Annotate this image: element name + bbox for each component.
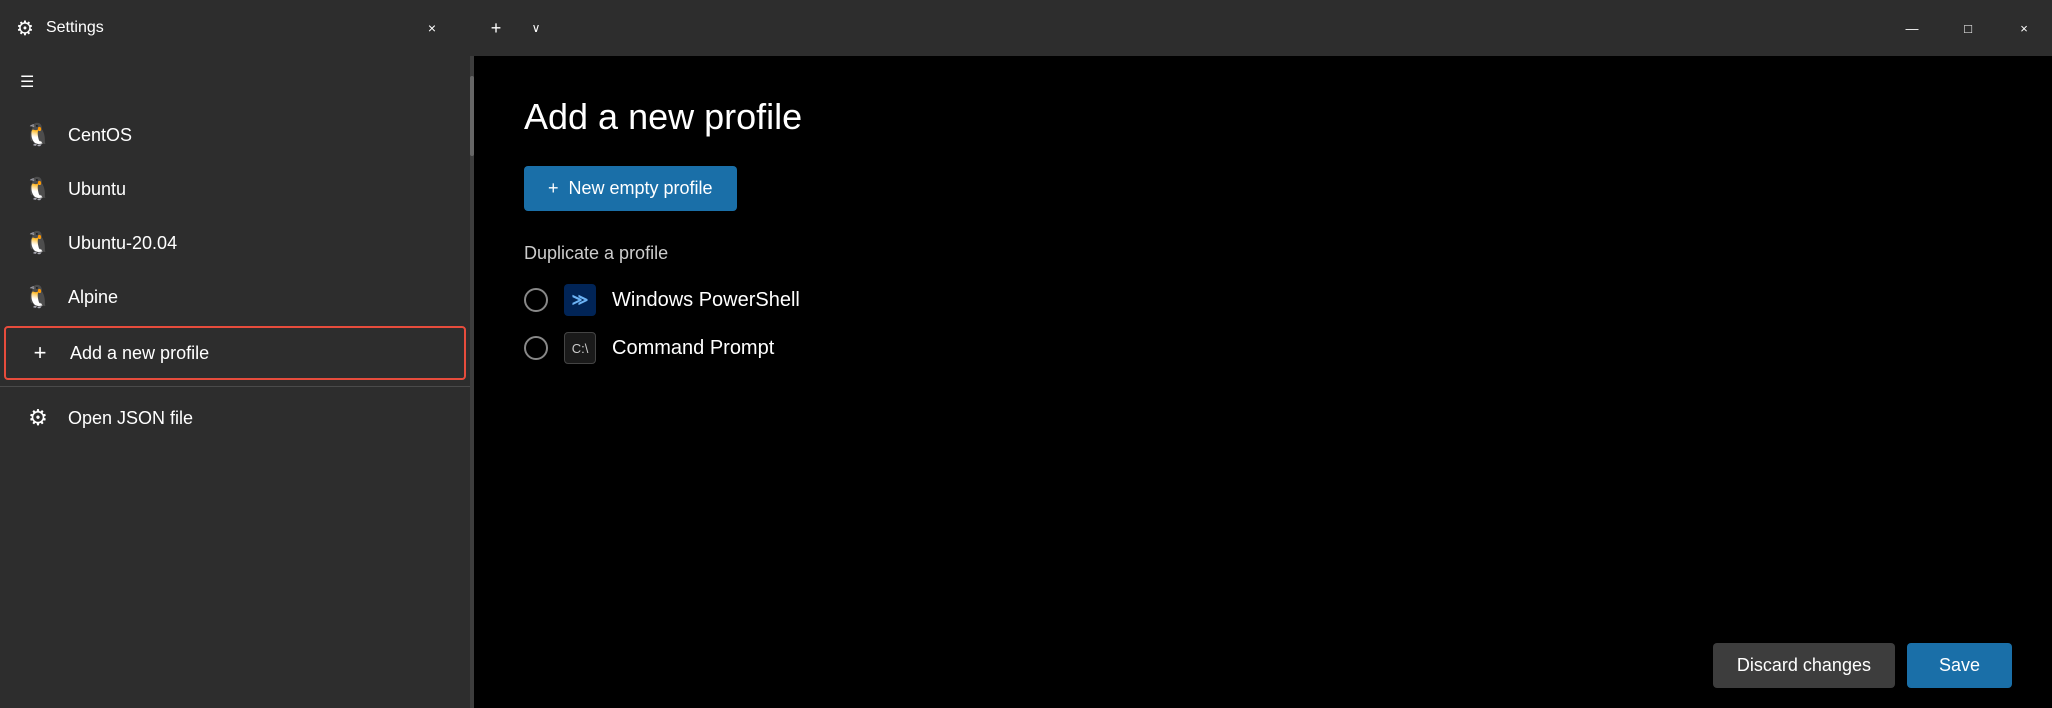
radio-powershell[interactable] [524,288,548,312]
centos-icon: 🐧 [24,122,52,148]
sidebar-item-add-profile[interactable]: + Add a new profile [4,326,466,380]
sidebar-item-alpine[interactable]: 🐧 Alpine [0,270,470,324]
new-profile-button-label: New empty profile [569,178,713,199]
sidebar-item-ubuntu[interactable]: 🐧 Ubuntu [0,162,470,216]
window-controls: — □ × [1884,0,2052,56]
tab-dropdown-button[interactable]: ∨ [518,10,554,46]
profile-option-powershell[interactable]: ≫ Windows PowerShell [524,284,2002,316]
gear-icon: ⚙ [24,405,52,431]
powershell-icon: ≫ [564,284,596,316]
new-empty-profile-button[interactable]: + New empty profile [524,166,737,211]
add-tab-button[interactable]: + [478,10,514,46]
ubuntu2004-icon: 🐧 [24,230,52,256]
title-bar-title: Settings [46,19,104,37]
powershell-profile-label: Windows PowerShell [612,289,800,312]
settings-gear-icon: ⚙ [16,16,34,41]
alpine-icon: 🐧 [24,284,52,310]
duplicate-label: Duplicate a profile [524,243,2002,264]
tab-close-button[interactable]: × [410,0,454,56]
sidebar-item-label-centos: CentOS [68,125,132,146]
tab-bar: + ∨ [470,0,1884,56]
main-content: ☰ 🐧 CentOS 🐧 Ubuntu 🐧 Ubuntu-20.04 🐧 Alp… [0,56,2052,708]
hamburger-icon: ☰ [20,72,34,92]
sidebar-item-label-open-json: Open JSON file [68,408,193,429]
sidebar-item-open-json[interactable]: ⚙ Open JSON file [0,391,470,445]
sidebar-item-label-ubuntu2004: Ubuntu-20.04 [68,233,177,254]
sidebar-item-ubuntu2004[interactable]: 🐧 Ubuntu-20.04 [0,216,470,270]
discard-changes-button[interactable]: Discard changes [1713,643,1895,688]
maximize-button[interactable]: □ [1940,0,1996,56]
minimize-button[interactable]: — [1884,0,1940,56]
sidebar-divider [0,386,470,387]
bottom-action-bar: Discard changes Save [1713,643,2012,688]
save-button[interactable]: Save [1907,643,2012,688]
page-title: Add a new profile [524,96,2002,138]
sidebar: ☰ 🐧 CentOS 🐧 Ubuntu 🐧 Ubuntu-20.04 🐧 Alp… [0,56,470,708]
sidebar-item-label-ubuntu: Ubuntu [68,179,126,200]
profile-option-cmd[interactable]: C:\ Command Prompt [524,332,2002,364]
add-profile-plus-icon: + [26,340,54,366]
ubuntu-icon: 🐧 [24,176,52,202]
hamburger-menu-button[interactable]: ☰ [0,56,470,108]
new-profile-plus-icon: + [548,178,559,199]
cmd-icon: C:\ [564,332,596,364]
sidebar-item-centos[interactable]: 🐧 CentOS [0,108,470,162]
title-bar: ⚙ Settings × + ∨ — □ × [0,0,2052,56]
sidebar-item-label-alpine: Alpine [68,287,118,308]
sidebar-item-label-add-profile: Add a new profile [70,343,209,364]
window-close-button[interactable]: × [1996,0,2052,56]
title-bar-left: ⚙ Settings × [0,0,470,56]
cmd-profile-label: Command Prompt [612,337,774,360]
content-area: Add a new profile + New empty profile Du… [474,56,2052,708]
radio-cmd[interactable] [524,336,548,360]
